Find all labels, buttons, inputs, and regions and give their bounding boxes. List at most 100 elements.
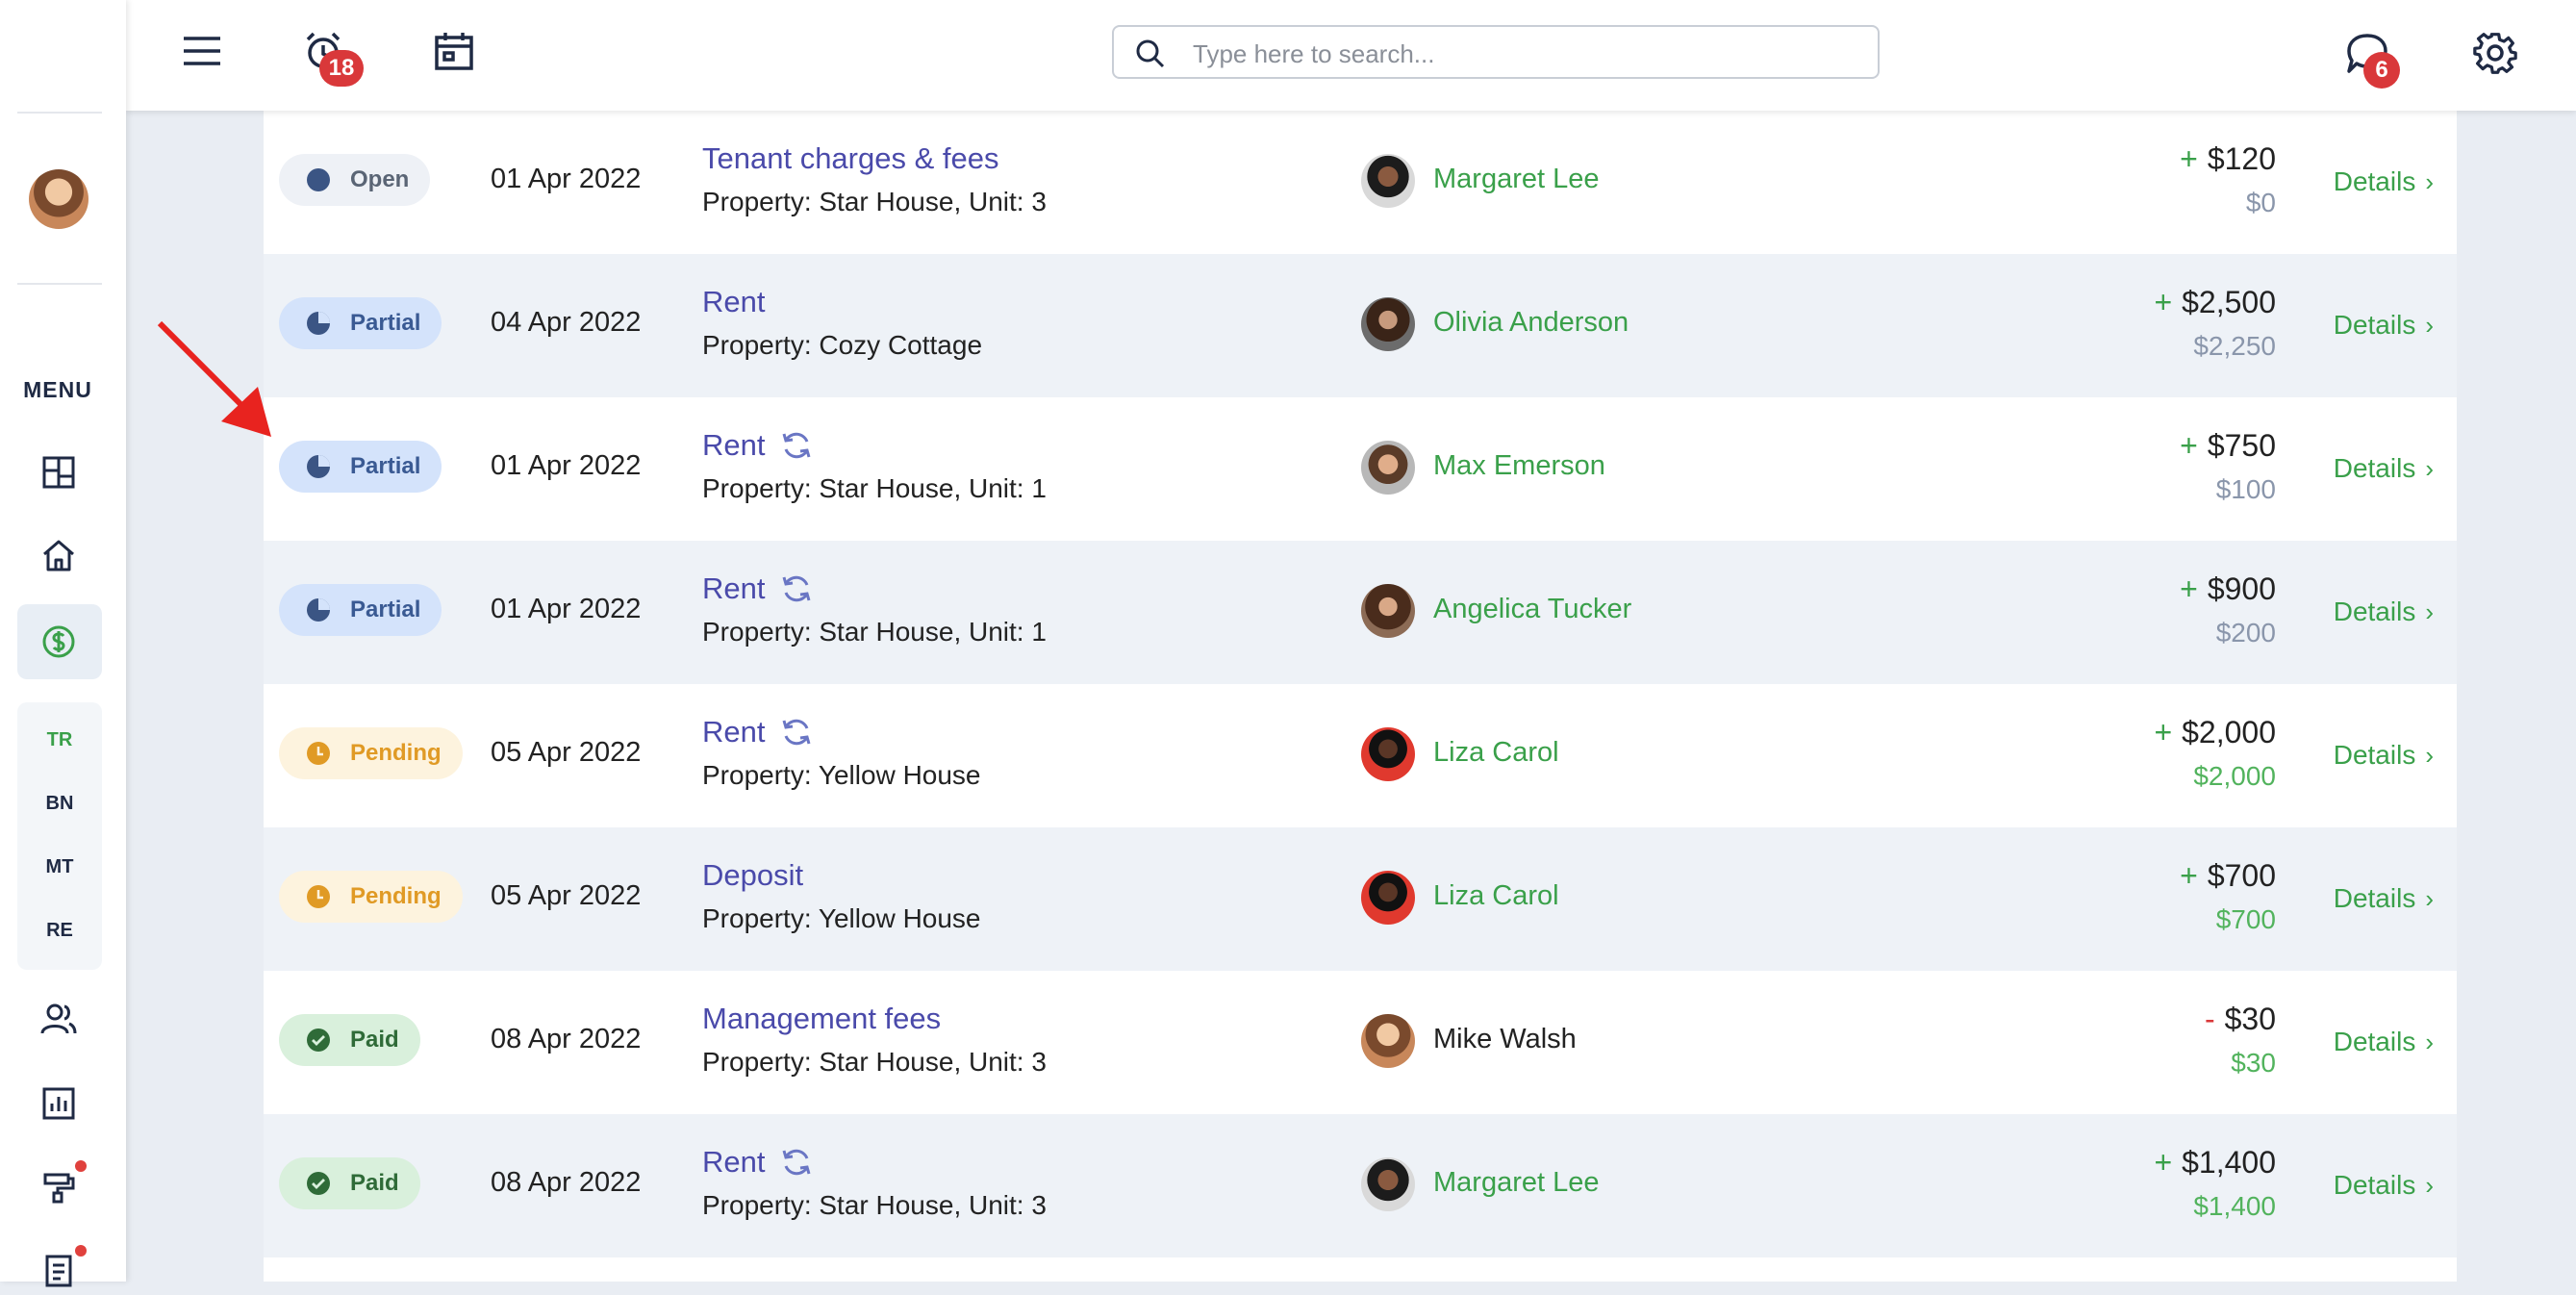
details-link[interactable]: Details › bbox=[2334, 1170, 2434, 1201]
dashboard-icon[interactable] bbox=[35, 448, 83, 496]
status-badge: Open bbox=[279, 154, 431, 206]
amount: + $750 bbox=[2180, 428, 2276, 463]
hamburger-menu-icon[interactable] bbox=[178, 27, 226, 75]
tenant-link[interactable]: Liza Carol bbox=[1433, 880, 1559, 912]
reports-icon[interactable] bbox=[35, 1079, 83, 1128]
table-row[interactable]: Paid 08 Apr 2022 Management fees Propert… bbox=[264, 971, 2457, 1114]
property-label: Property: Cozy Cottage bbox=[702, 330, 983, 360]
details-link[interactable]: Details › bbox=[2334, 597, 2434, 627]
chevron-right-icon: › bbox=[2425, 1170, 2434, 1200]
transaction-title-link[interactable]: Rent bbox=[702, 285, 765, 319]
property-label: Property: Yellow House bbox=[702, 760, 981, 790]
amount: + $2,500 bbox=[2154, 285, 2276, 319]
amount: + $120 bbox=[2180, 141, 2276, 176]
details-link[interactable]: Details › bbox=[2334, 1027, 2434, 1057]
transaction-date: 05 Apr 2022 bbox=[491, 880, 642, 911]
table-row[interactable]: Paid 08 Apr 2022 Rent Property: Star Hou… bbox=[264, 1114, 2457, 1257]
top-bar: 18 6 bbox=[126, 0, 2576, 111]
balance: $30 bbox=[2231, 1048, 2276, 1078]
transaction-date: 01 Apr 2022 bbox=[491, 450, 642, 481]
avatar bbox=[1361, 1014, 1415, 1068]
avatar bbox=[1361, 584, 1415, 638]
amount: - $30 bbox=[2204, 1002, 2276, 1036]
balance: $0 bbox=[2245, 188, 2276, 217]
sidebar-divider bbox=[17, 112, 102, 114]
table-row[interactable]: Partial 04 Apr 2022 Rent Property: Cozy … bbox=[264, 254, 2457, 397]
recurring-icon bbox=[783, 1149, 811, 1176]
property-label: Property: Star House, Unit: 1 bbox=[702, 473, 1047, 503]
recurring-icon bbox=[783, 432, 811, 459]
user-avatar[interactable] bbox=[29, 169, 88, 229]
table-row[interactable]: Partial 01 Apr 2022 Rent Property: Star … bbox=[264, 541, 2457, 684]
amount: + $900 bbox=[2180, 571, 2276, 606]
status-badge: Pending bbox=[279, 871, 463, 923]
details-link[interactable]: Details › bbox=[2334, 453, 2434, 484]
chevron-right-icon: › bbox=[2425, 597, 2434, 626]
avatar bbox=[1361, 297, 1415, 351]
transaction-title-link[interactable]: Rent bbox=[702, 1145, 813, 1180]
balance: $100 bbox=[2215, 474, 2276, 504]
check-icon bbox=[307, 1028, 330, 1052]
alerts-badge: 18 bbox=[319, 50, 364, 87]
property-label: Property: Star House, Unit: 3 bbox=[702, 1190, 1047, 1220]
settings-gear-icon[interactable] bbox=[2469, 27, 2521, 79]
avatar bbox=[1361, 727, 1415, 781]
transaction-date: 01 Apr 2022 bbox=[491, 594, 642, 624]
transaction-title-link[interactable]: Management fees bbox=[702, 1002, 941, 1036]
table-row[interactable]: Pending 05 Apr 2022 Deposit Property: Ye… bbox=[264, 827, 2457, 971]
partial-pie-icon bbox=[307, 598, 330, 622]
home-icon[interactable] bbox=[35, 531, 83, 579]
details-link[interactable]: Details › bbox=[2334, 166, 2434, 197]
transaction-date: 05 Apr 2022 bbox=[491, 737, 642, 768]
tenant-link[interactable]: Margaret Lee bbox=[1433, 1167, 1600, 1199]
transaction-title-link[interactable]: Rent bbox=[702, 715, 813, 749]
search-input[interactable] bbox=[1191, 37, 1858, 71]
amount: + $2,000 bbox=[2154, 715, 2276, 749]
tenant-link[interactable]: Liza Carol bbox=[1433, 737, 1559, 769]
search-box[interactable] bbox=[1112, 25, 1880, 79]
transaction-title-link[interactable]: Rent bbox=[702, 428, 813, 463]
transaction-title-link[interactable]: Deposit bbox=[702, 858, 803, 893]
calendar-icon[interactable] bbox=[430, 27, 478, 75]
tenant-link[interactable]: Max Emerson bbox=[1433, 450, 1605, 482]
dollar-icon[interactable] bbox=[35, 618, 83, 666]
avatar bbox=[1361, 154, 1415, 208]
recurring-icon bbox=[783, 719, 811, 746]
tenant-link[interactable]: Angelica Tucker bbox=[1433, 594, 1631, 625]
amount: + $700 bbox=[2180, 858, 2276, 893]
messages-badge: 6 bbox=[2363, 52, 2400, 89]
transaction-title-link[interactable]: Rent bbox=[702, 571, 813, 606]
amount: + $1,400 bbox=[2154, 1145, 2276, 1180]
tenant-name: Mike Walsh bbox=[1433, 1024, 1577, 1054]
submenu-item-tr[interactable]: TR bbox=[17, 729, 102, 751]
submenu-item-re[interactable]: RE bbox=[17, 920, 102, 942]
status-badge: Paid bbox=[279, 1014, 420, 1066]
people-icon[interactable] bbox=[35, 995, 83, 1043]
table-row[interactable]: Pending 05 Apr 2022 Rent Property: Yello… bbox=[264, 684, 2457, 827]
avatar bbox=[1361, 871, 1415, 925]
submenu-item-bn[interactable]: BN bbox=[17, 793, 102, 815]
tenant-link[interactable]: Olivia Anderson bbox=[1433, 307, 1629, 339]
tenant-link[interactable]: Margaret Lee bbox=[1433, 164, 1600, 195]
status-badge: Partial bbox=[279, 441, 442, 493]
chevron-right-icon: › bbox=[2425, 740, 2434, 770]
transaction-title-link[interactable]: Tenant charges & fees bbox=[702, 141, 998, 176]
details-link[interactable]: Details › bbox=[2334, 883, 2434, 914]
property-label: Property: Yellow House bbox=[702, 903, 981, 933]
clock-icon bbox=[307, 885, 330, 908]
details-link[interactable]: Details › bbox=[2334, 740, 2434, 771]
annotation-arrow-icon bbox=[157, 320, 271, 437]
sidebar: MENU TR BN MT RE bbox=[0, 0, 126, 1287]
status-badge: Paid bbox=[279, 1157, 420, 1209]
property-label: Property: Star House, Unit: 3 bbox=[702, 187, 1047, 216]
table-row[interactable]: Open 01 Apr 2022 Tenant charges & fees P… bbox=[264, 111, 2457, 254]
details-link[interactable]: Details › bbox=[2334, 310, 2434, 341]
transaction-date: 04 Apr 2022 bbox=[491, 307, 642, 338]
balance: $1,400 bbox=[2193, 1191, 2276, 1221]
table-row[interactable]: Partial 01 Apr 2022 Rent Property: Star … bbox=[264, 397, 2457, 541]
balance: $200 bbox=[2215, 618, 2276, 648]
transactions-table: Open 01 Apr 2022 Tenant charges & fees P… bbox=[264, 111, 2457, 1282]
status-badge: Partial bbox=[279, 297, 442, 349]
submenu-item-mt[interactable]: MT bbox=[17, 856, 102, 878]
partial-pie-icon bbox=[307, 312, 330, 335]
